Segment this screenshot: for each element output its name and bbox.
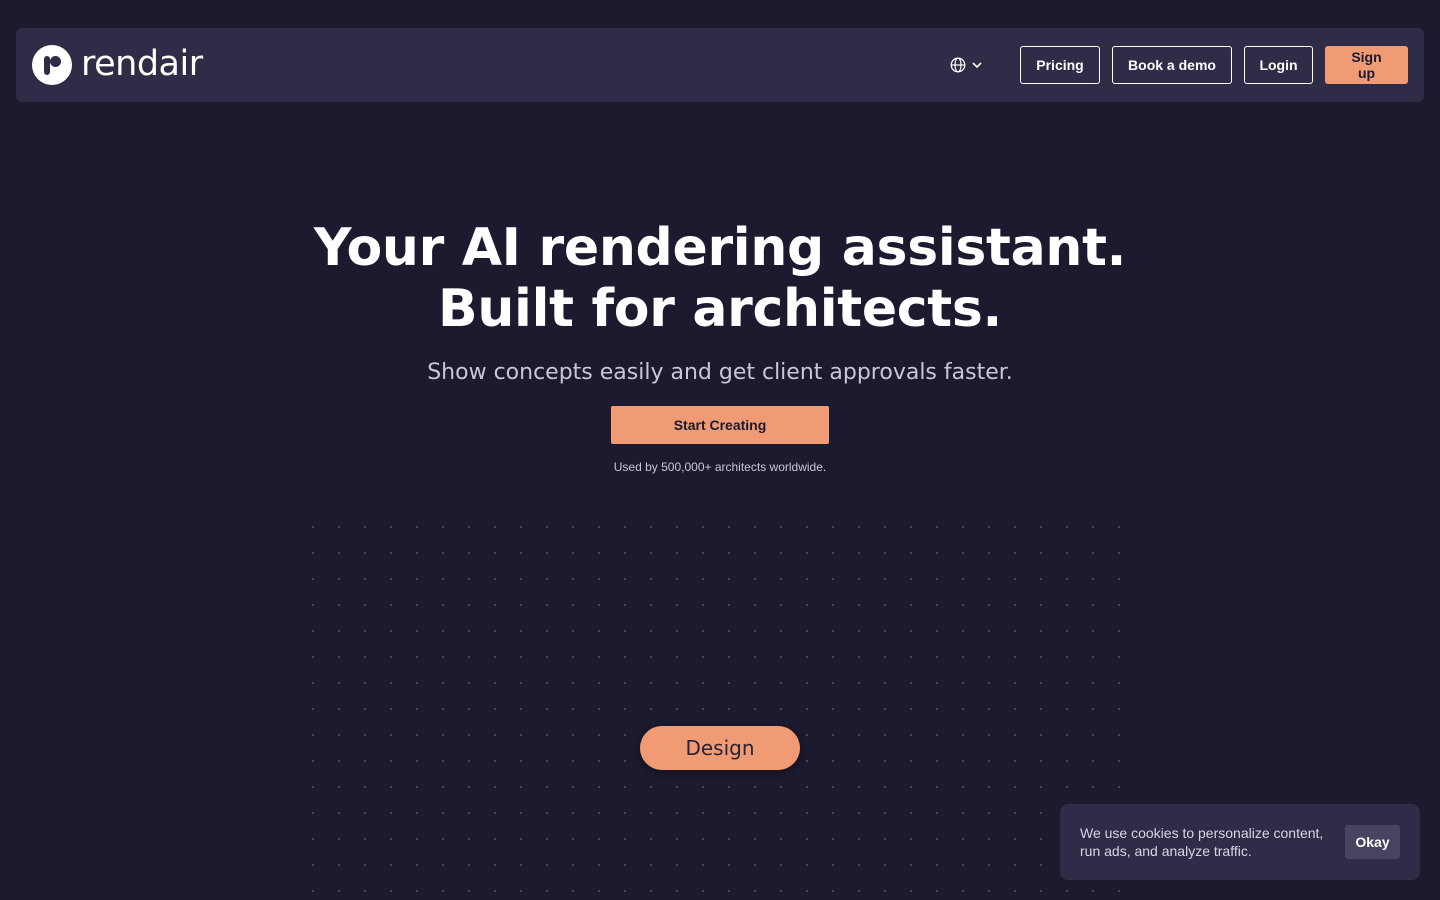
login-button[interactable]: Login bbox=[1244, 46, 1313, 84]
design-pill: Design bbox=[640, 726, 800, 770]
brand-logo[interactable]: rendair bbox=[32, 45, 203, 85]
pricing-button[interactable]: Pricing bbox=[1020, 46, 1100, 84]
sign-up-button[interactable]: Sign up bbox=[1325, 46, 1408, 84]
hero-title: Your AI rendering assistant. Built for a… bbox=[0, 218, 1440, 340]
globe-icon bbox=[950, 57, 966, 73]
cookie-okay-button[interactable]: Okay bbox=[1345, 825, 1400, 859]
cookie-banner: We use cookies to personalize content, r… bbox=[1060, 804, 1420, 880]
hero-title-line-1: Your AI rendering assistant. bbox=[313, 218, 1127, 278]
rendair-logo-icon bbox=[32, 45, 72, 85]
top-navbar: rendair Pricing Book a demo Login Sign u… bbox=[16, 28, 1424, 102]
hero-title-line-2: Built for architects. bbox=[438, 279, 1002, 339]
start-creating-button[interactable]: Start Creating bbox=[611, 406, 829, 444]
hero-subtitle: Show concepts easily and get client appr… bbox=[427, 360, 1013, 385]
nav-actions: Pricing Book a demo Login Sign up bbox=[950, 46, 1408, 84]
social-proof-text: Used by 500,000+ architects worldwide. bbox=[613, 460, 827, 474]
language-switcher[interactable] bbox=[950, 57, 984, 73]
dot-grid-canvas bbox=[298, 512, 1142, 900]
book-demo-button[interactable]: Book a demo bbox=[1112, 46, 1232, 84]
brand-name: rendair bbox=[81, 43, 203, 84]
chevron-down-icon bbox=[972, 62, 982, 69]
cookie-message: We use cookies to personalize content, r… bbox=[1080, 825, 1324, 859]
